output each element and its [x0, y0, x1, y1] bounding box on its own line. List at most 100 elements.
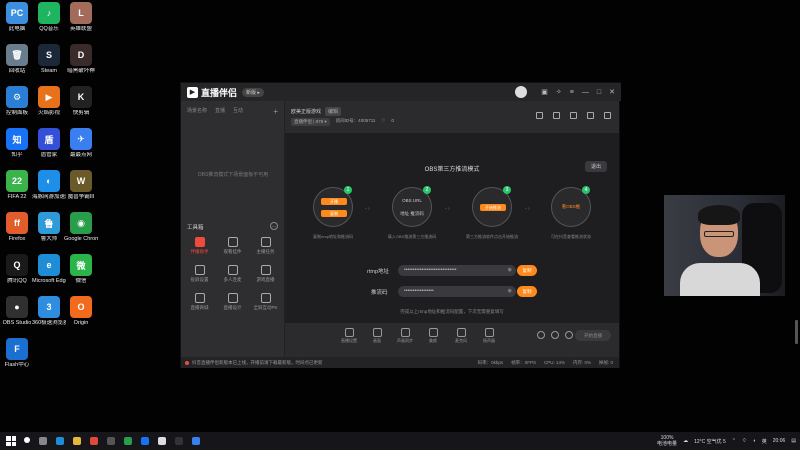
toolbox-item[interactable]: 多人连麦: [216, 265, 249, 283]
shop-icon[interactable]: [553, 112, 560, 119]
desktop-icon[interactable]: ✈ 最最点网: [64, 128, 98, 158]
skin-icon[interactable]: ✧: [556, 88, 562, 96]
explorer-icon[interactable]: [73, 437, 81, 445]
rtmp-field[interactable]: •••••••••••••••••••••••••••••• ◉: [398, 265, 516, 276]
gift-icon[interactable]: [536, 112, 543, 119]
app-icon[interactable]: [107, 437, 115, 445]
desktop-icon[interactable]: e Microsoft Edge: [32, 254, 66, 284]
ime-icon[interactable]: 英: [762, 438, 767, 445]
eye-icon[interactable]: ◉: [508, 265, 512, 276]
toolbox-item[interactable]: 投屏设置: [183, 265, 216, 283]
desktop-icon[interactable]: O Origin: [64, 296, 98, 326]
bottom-tool[interactable]: 直播设置: [339, 328, 359, 344]
obs-taskbar-icon[interactable]: [175, 437, 183, 445]
bottom-tool[interactable]: 麦克风: [451, 328, 471, 344]
toolbox-item[interactable]: 直播设计: [216, 293, 249, 311]
bottom-tool[interactable]: 画面: [367, 328, 387, 344]
toolbox-item[interactable]: 游戏直播: [249, 265, 282, 283]
tool-label: 多人连麦: [223, 277, 242, 282]
tab-live[interactable]: 直播: [215, 107, 225, 116]
bottom-tool-label: 声画同步: [397, 338, 413, 343]
desktop-icon[interactable]: 鲁鲁大师: [32, 212, 66, 242]
search-icon[interactable]: [24, 437, 30, 443]
desktop-icon[interactable]: ♪ QQ音乐: [32, 2, 66, 32]
desktop-icon[interactable]: PC 此电脑: [0, 2, 34, 32]
chrome-icon[interactable]: [124, 437, 132, 445]
room-category[interactable]: 直播伴侣 | 878 ▾: [291, 118, 330, 126]
person-hair: [698, 205, 740, 225]
preview-icon[interactable]: [551, 331, 559, 339]
battery-status[interactable]: 100% 电池电量: [657, 435, 677, 447]
desktop-icon[interactable]: D 暗黑破坏神: [64, 44, 98, 74]
toolbox-item[interactable]: 主播任务: [249, 237, 282, 255]
notification-icon[interactable]: ▤: [791, 438, 796, 444]
desktop-icon[interactable]: ◉ Google Chrome: [64, 212, 98, 242]
scene-tabs: 场景名称 直播 互动 +: [181, 101, 284, 122]
network-icon[interactable]: ⌔: [742, 438, 747, 444]
settings-icon[interactable]: [565, 331, 573, 339]
desktop-icon[interactable]: 22 FIFA 22: [0, 170, 34, 200]
desktop-icon[interactable]: K 快剪辑: [64, 86, 98, 116]
close-icon[interactable]: ✕: [609, 88, 615, 96]
windows-start-icon[interactable]: [6, 436, 16, 446]
menu-icon[interactable]: ≡: [570, 89, 574, 96]
desktop-icon[interactable]: ◐ 海豚网游加速器5.0: [32, 170, 66, 200]
stream-key-field[interactable]: ••••••••••••••••• ◉: [398, 286, 516, 297]
clipboard-icon[interactable]: [570, 112, 577, 119]
bottom-tool[interactable]: 美颜: [423, 328, 443, 344]
version-badge[interactable]: 新版 ▸: [242, 87, 264, 97]
edge-icon[interactable]: [56, 437, 64, 445]
desktop-app-icon: F: [6, 338, 28, 360]
notice-icon: [185, 360, 189, 365]
bottom-tool[interactable]: 扬声器: [479, 328, 499, 344]
desktop-icon[interactable]: 🗑 回收站: [0, 44, 34, 74]
toolbox-item[interactable]: 观看挂件: [216, 237, 249, 255]
desktop-icon[interactable]: W 魔兽争霸III: [64, 170, 98, 200]
desktop-icon-label: 鲁大师: [40, 236, 58, 242]
toolbox-more-icon[interactable]: …: [270, 222, 278, 230]
copy-key-button[interactable]: 复制: [517, 286, 537, 297]
tab-interact[interactable]: 互动: [233, 107, 243, 116]
bottom-tool[interactable]: 声画同步: [395, 328, 415, 344]
tab-scene[interactable]: 场景名称: [187, 107, 207, 116]
share-icon[interactable]: [604, 112, 611, 119]
desktop-icon[interactable]: ⚙ 控制面板: [0, 86, 34, 116]
screen-scrollbar[interactable]: [795, 320, 798, 344]
user-avatar[interactable]: [515, 86, 528, 98]
desktop-icon[interactable]: 微微信: [64, 254, 98, 284]
weather-text[interactable]: 12°C 空气优 5: [694, 438, 726, 445]
record-icon[interactable]: [537, 331, 545, 339]
desktop-icon[interactable]: Q 腾讯QQ: [0, 254, 34, 284]
toolbox-item[interactable]: 全屏互动PK: [249, 293, 282, 311]
toolbox-item[interactable]: 直播商城: [183, 293, 216, 311]
task-view-icon[interactable]: [39, 437, 47, 445]
desktop-icon[interactable]: L 英雄联盟: [64, 2, 98, 32]
edit-room-button[interactable]: 编辑: [325, 107, 342, 116]
toolbox-item[interactable]: 伴播助手: [183, 237, 216, 255]
desktop-icon[interactable]: ● OBS Studio: [0, 296, 34, 326]
live-companion-taskbar-icon[interactable]: [158, 437, 166, 445]
exit-mode-button[interactable]: 退出: [584, 161, 607, 172]
desktop-icon[interactable]: ▶ 火焰影视: [32, 86, 66, 116]
desktop-icon[interactable]: 知知乎: [0, 128, 34, 158]
message-icon[interactable]: ▣: [541, 88, 548, 96]
desktop-icon[interactable]: F Flash中心: [0, 338, 34, 368]
desktop-icon[interactable]: 3 360极速浏览器: [32, 296, 66, 326]
app-icon[interactable]: [141, 437, 149, 445]
bell-icon[interactable]: [587, 112, 594, 119]
app-icon[interactable]: [90, 437, 98, 445]
desktop-icon[interactable]: 盾盾管家: [32, 128, 66, 158]
maximize-icon[interactable]: □: [597, 89, 601, 96]
app-icon[interactable]: [192, 437, 200, 445]
start-live-button[interactable]: 开始直播: [575, 330, 611, 341]
minimize-icon[interactable]: —: [582, 89, 589, 96]
tray-arrow-icon[interactable]: ⌃: [732, 438, 736, 444]
add-scene-button[interactable]: +: [273, 107, 278, 116]
desktop-icon[interactable]: S Steam: [32, 44, 66, 74]
clock[interactable]: 20:06: [773, 438, 786, 444]
status-notice[interactable]: 抖音直播伴侣新版本已上线，开播前请下载最新版，时间点已更新: [185, 360, 323, 366]
volume-icon[interactable]: ◖: [753, 438, 756, 444]
eye-icon[interactable]: ◉: [508, 286, 512, 297]
desktop-icon[interactable]: ff Firefox: [0, 212, 34, 242]
copy-rtmp-button[interactable]: 复制: [517, 265, 537, 276]
